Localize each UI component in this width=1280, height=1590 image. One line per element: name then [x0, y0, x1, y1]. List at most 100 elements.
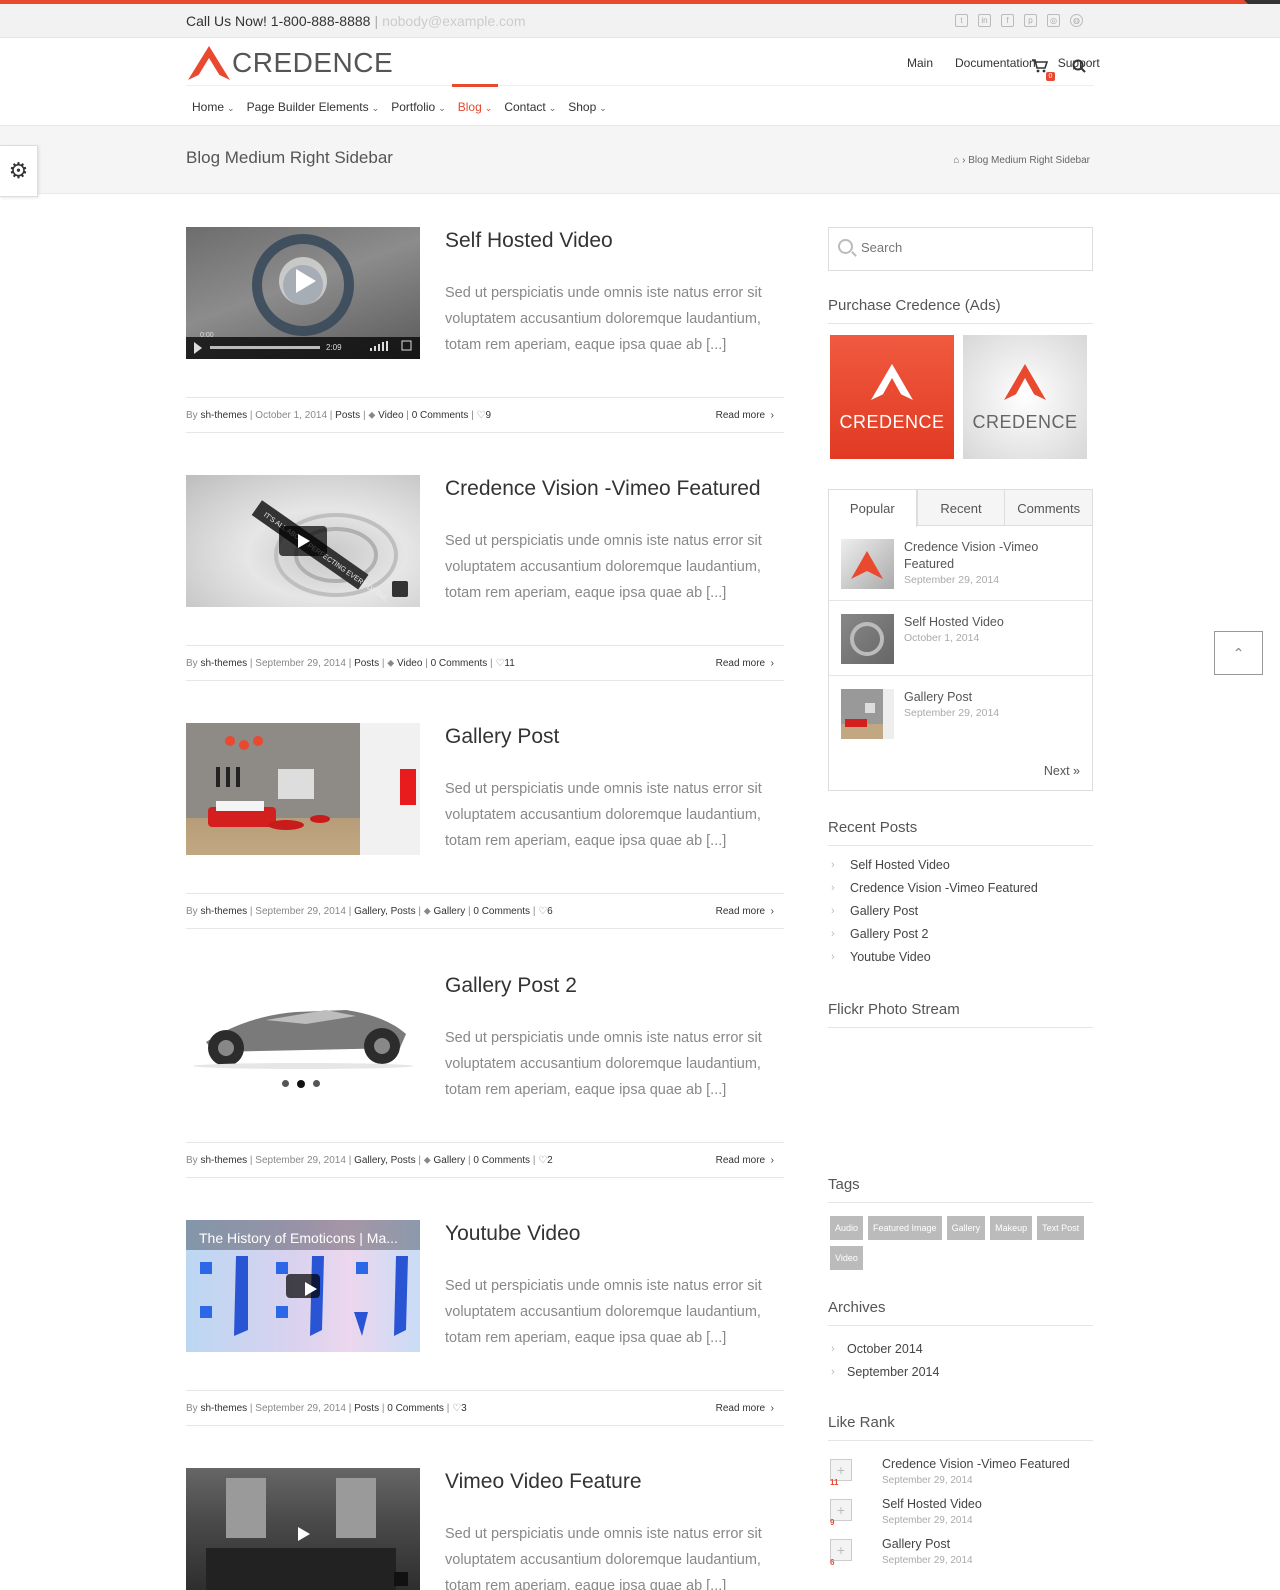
like-title[interactable]: Gallery Post: [882, 1537, 950, 1551]
site-logo[interactable]: CREDENCE: [186, 43, 393, 83]
list-item[interactable]: › September 2014: [828, 1360, 1093, 1383]
chevron-down-icon: ⌄: [371, 103, 380, 113]
tab-popular[interactable]: Popular: [829, 490, 917, 527]
nav-contact[interactable]: Contact ⌄: [498, 86, 562, 127]
like-count: 11: [830, 1478, 839, 1487]
list-item[interactable]: › Gallery Post 2: [828, 922, 1093, 945]
tag-link[interactable]: Video: [830, 1246, 863, 1270]
linkedin-icon[interactable]: in: [978, 14, 991, 27]
play-icon[interactable]: [286, 1274, 320, 1298]
top-menu-main[interactable]: Main: [907, 56, 933, 70]
like-count: 6: [830, 1558, 835, 1567]
heart-icon[interactable]: ♡: [477, 410, 486, 421]
like-date: September 29, 2014: [882, 1555, 973, 1566]
flickr-gallery: [828, 1036, 1093, 1040]
post-thumbnail-video[interactable]: 0:00 2:09: [186, 227, 420, 359]
top-menu-documentation[interactable]: Documentation: [955, 56, 1036, 70]
search-icon[interactable]: [1072, 59, 1086, 76]
like-title[interactable]: Credence Vision -Vimeo Featured: [882, 1457, 1070, 1471]
post-thumbnail-slider[interactable]: [186, 972, 420, 1104]
widget-title-like-rank: Like Rank: [828, 1414, 1093, 1441]
search-input[interactable]: [861, 240, 1081, 255]
logo-mark-icon: [1004, 363, 1046, 400]
slider-dot[interactable]: [282, 1080, 289, 1087]
tag-link[interactable]: Featured Image: [868, 1216, 942, 1240]
tabbed-widget: Popular Recent Comments Credence Vision …: [828, 489, 1093, 791]
slider-dot[interactable]: [313, 1080, 320, 1087]
next-link[interactable]: Next »: [1044, 764, 1080, 778]
heart-icon[interactable]: ♡: [538, 906, 547, 917]
nav-portfolio[interactable]: Portfolio ⌄: [385, 86, 452, 127]
like-title[interactable]: Self Hosted Video: [882, 1497, 982, 1511]
blog-post: 0:00 2:09 Self Hosted Video Sed ut persp…: [186, 227, 784, 437]
twitter-icon[interactable]: t: [955, 14, 968, 27]
popular-thumbnail[interactable]: [841, 539, 894, 589]
pinterest-icon[interactable]: p: [1024, 14, 1037, 27]
tab-comments[interactable]: Comments: [1004, 490, 1092, 525]
ad-banner-red[interactable]: CREDENCE: [830, 335, 954, 459]
play-icon[interactable]: [279, 1519, 327, 1549]
post-thumbnail-youtube[interactable]: The History of Emoticons | Ma...: [186, 1220, 420, 1352]
post-meta: By sh-themes | September 29, 2014 | Gall…: [186, 893, 784, 929]
read-more-link[interactable]: Read more ›: [716, 906, 774, 917]
ad-banner-light[interactable]: CREDENCE: [963, 335, 1087, 459]
post-meta: By sh-themes | September 29, 2014 | Post…: [186, 1390, 784, 1426]
heart-icon[interactable]: ♡: [538, 1155, 547, 1166]
heart-icon[interactable]: ♡: [452, 1403, 461, 1414]
post-title[interactable]: Self Hosted Video: [445, 229, 613, 253]
post-thumbnail-video[interactable]: [186, 1468, 420, 1590]
popular-title[interactable]: Gallery Post: [904, 690, 972, 704]
nav-shop[interactable]: Shop ⌄: [562, 86, 613, 127]
dribbble-icon[interactable]: ◍: [1070, 14, 1083, 27]
post-title[interactable]: Credence Vision -Vimeo Featured: [445, 477, 761, 501]
tag-link[interactable]: Makeup: [990, 1216, 1033, 1240]
popular-thumbnail[interactable]: [841, 689, 894, 739]
list-item[interactable]: › Credence Vision -Vimeo Featured: [828, 876, 1093, 899]
instagram-icon[interactable]: ◎: [1047, 14, 1060, 27]
scroll-to-top-button[interactable]: ⌃: [1214, 631, 1263, 675]
tag-icon: ⬥: [387, 658, 395, 669]
read-more-link[interactable]: Read more ›: [716, 1155, 774, 1166]
list-item[interactable]: › October 2014: [828, 1337, 1093, 1360]
post-excerpt: Sed ut perspiciatis unde omnis iste natu…: [445, 1278, 762, 1346]
social-icons: t in f p ◎ ◍: [955, 14, 1083, 27]
tag-link[interactable]: Gallery: [946, 1216, 986, 1240]
post-title[interactable]: Vimeo Video Feature: [445, 1470, 642, 1494]
post-thumbnail-gallery[interactable]: [186, 723, 420, 855]
chevron-right-icon: ›: [831, 1342, 835, 1355]
email-link[interactable]: nobody@example.com: [382, 13, 525, 29]
post-meta: By sh-themes | September 29, 2014 | Gall…: [186, 1142, 784, 1178]
chevron-right-icon: ›: [831, 1365, 835, 1378]
home-icon[interactable]: ⌂: [953, 155, 959, 166]
widget-title-flickr: Flickr Photo Stream: [828, 1001, 1093, 1028]
list-item[interactable]: › Youtube Video: [828, 945, 1093, 968]
slider-dot[interactable]: [297, 1080, 305, 1088]
popular-date: October 1, 2014: [904, 632, 980, 644]
facebook-icon[interactable]: f: [1001, 14, 1014, 27]
popular-title[interactable]: Self Hosted Video: [904, 615, 1004, 629]
read-more-link[interactable]: Read more ›: [716, 410, 774, 421]
chevron-right-icon: ›: [831, 927, 835, 940]
read-more-link[interactable]: Read more ›: [716, 658, 774, 669]
tab-recent[interactable]: Recent: [916, 490, 1005, 525]
style-switcher-gear-icon[interactable]: ⚙: [0, 145, 38, 197]
logo-mark-icon: [871, 363, 913, 400]
play-icon[interactable]: [279, 526, 327, 556]
like-count: 9: [830, 1518, 835, 1527]
nav-home[interactable]: Home ⌄: [186, 86, 241, 127]
chevron-right-icon: ›: [831, 904, 835, 917]
tag-link[interactable]: Text Post: [1037, 1216, 1085, 1240]
list-item[interactable]: › Self Hosted Video: [828, 853, 1093, 876]
nav-blog[interactable]: Blog ⌄: [451, 84, 499, 127]
post-title[interactable]: Gallery Post 2: [445, 974, 577, 998]
post-title[interactable]: Youtube Video: [445, 1222, 580, 1246]
post-title[interactable]: Gallery Post: [445, 725, 559, 749]
popular-title[interactable]: Credence Vision -Vimeo Featured: [904, 540, 1038, 571]
popular-thumbnail[interactable]: [841, 614, 894, 664]
top-bar: Call Us Now! 1-800-888-8888 | nobody@examp…: [0, 4, 1280, 38]
list-item[interactable]: › Gallery Post: [828, 899, 1093, 922]
read-more-link[interactable]: Read more ›: [716, 1403, 774, 1414]
tag-link[interactable]: Audio: [830, 1216, 864, 1240]
nav-page-builder[interactable]: Page Builder Elements ⌄: [241, 86, 386, 127]
post-thumbnail-video[interactable]: IT'S ALL ABOUT PERFECTING EVERY DETAIL: [186, 475, 420, 607]
